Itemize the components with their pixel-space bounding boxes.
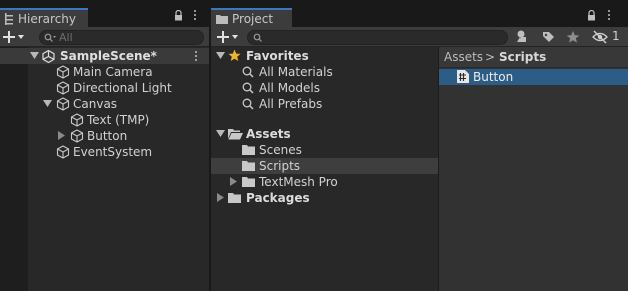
hidden-packages-count: 1 (612, 29, 620, 43)
collapse-arrow-icon[interactable] (58, 131, 66, 140)
project-file-area: Assets > Scripts Button (439, 47, 628, 291)
project-tabstrip: Project (211, 6, 628, 27)
hierarchy-tabstrip: Hierarchy (0, 6, 209, 27)
hierarchy-gutter (0, 47, 28, 291)
unity-scene-icon (42, 50, 55, 63)
scene-name: SampleScene* (60, 49, 157, 63)
favorite-star-icon[interactable] (562, 27, 584, 47)
scene-menu-icon[interactable] (195, 51, 198, 63)
eye-slash-icon (592, 30, 608, 44)
folder-icon (228, 192, 241, 203)
search-icon (242, 98, 254, 110)
expand-arrow-icon[interactable] (30, 52, 39, 60)
tab-project[interactable]: Project (211, 8, 292, 27)
collapse-arrow-icon[interactable] (230, 177, 238, 186)
tree-folder-scripts[interactable]: Scripts (211, 158, 438, 174)
gameobject-icon (56, 145, 70, 159)
favorites-star-icon (228, 49, 241, 62)
add-plus-icon[interactable] (3, 30, 25, 44)
gameobject-icon (70, 113, 84, 127)
hidden-packages-toggle[interactable]: 1 (590, 27, 628, 47)
project-search-input[interactable] (247, 30, 508, 45)
tree-folder-label: Scenes (259, 143, 302, 157)
hierarchy-panel: Hierarchy All SampleScene* Main Camera D… (0, 6, 209, 291)
expand-arrow-icon[interactable] (216, 52, 225, 60)
folder-icon (242, 176, 255, 187)
expand-arrow-icon[interactable] (43, 100, 52, 108)
hierarchy-menu-icon[interactable] (194, 10, 197, 22)
project-menu-icon[interactable] (608, 10, 611, 22)
breadcrumb-assets[interactable]: Assets (444, 50, 483, 64)
search-icon (242, 82, 254, 94)
expand-arrow-icon[interactable] (216, 130, 225, 138)
file-item-button[interactable]: Button (439, 69, 628, 85)
hierarchy-search-input[interactable]: All (39, 30, 204, 45)
project-folder-tree: Favorites All Materials All Models All P… (211, 47, 438, 291)
tree-packages-label: Packages (246, 191, 310, 205)
project-panel: Project 1 Favorites All Materials All Mo… (211, 6, 628, 291)
gameobject-icon (70, 129, 84, 143)
search-icon (44, 33, 56, 43)
tab-project-label: Project (232, 12, 274, 26)
create-plus-icon[interactable] (217, 30, 239, 44)
hierarchy-item-label: Text (TMP) (87, 113, 150, 127)
hierarchy-list-icon (4, 13, 14, 25)
csharp-script-icon (457, 70, 469, 83)
project-toolbar: 1 (211, 27, 628, 47)
hierarchy-search-placeholder: All (59, 31, 73, 44)
breadcrumb-separator: > (485, 50, 496, 64)
folder-open-icon (228, 128, 243, 140)
tree-item-label: All Models (259, 81, 320, 95)
folder-icon (242, 144, 255, 155)
hierarchy-item-label: Canvas (73, 97, 118, 111)
hierarchy-item-label: Directional Light (73, 81, 172, 95)
tree-item-label: All Prefabs (259, 97, 323, 111)
tree-favorites-label: Favorites (246, 49, 309, 63)
tree-folder-label: TextMesh Pro (259, 175, 338, 189)
file-item-label: Button (473, 70, 514, 84)
search-icon (253, 33, 263, 43)
hierarchy-item-label: Button (87, 129, 128, 143)
gameobject-icon (56, 65, 70, 79)
lock-icon[interactable] (587, 10, 596, 21)
tree-folder-label: Scripts (259, 159, 301, 173)
tree-item-label: All Materials (259, 65, 333, 79)
lock-icon[interactable] (174, 10, 183, 21)
search-by-label-icon[interactable] (537, 27, 559, 47)
scene-row[interactable]: SampleScene* (0, 48, 209, 64)
gameobject-icon (56, 81, 70, 95)
hierarchy-toolbar: All (0, 27, 209, 47)
folder-tab-icon (216, 14, 228, 24)
search-by-type-icon[interactable] (512, 27, 534, 47)
collapse-arrow-icon[interactable] (217, 193, 225, 202)
gameobject-icon (56, 97, 70, 111)
breadcrumb-scripts[interactable]: Scripts (499, 50, 546, 64)
hierarchy-item-label: Main Camera (73, 65, 153, 79)
folder-icon (242, 160, 255, 171)
hierarchy-item-label: EventSystem (73, 145, 153, 159)
tab-hierarchy-label: Hierarchy (18, 12, 77, 26)
search-icon (242, 66, 254, 78)
tab-hierarchy[interactable]: Hierarchy (0, 8, 88, 27)
breadcrumb: Assets > Scripts (439, 47, 628, 68)
tree-assets-label: Assets (246, 127, 291, 141)
